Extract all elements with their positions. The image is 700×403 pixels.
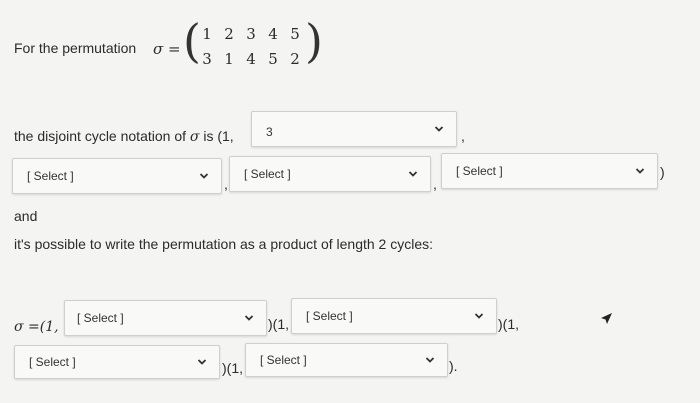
cycle-join-1: )(1, bbox=[268, 316, 289, 332]
product-select-1-value: [ Select ] bbox=[77, 311, 124, 325]
cycle-select-3[interactable]: [ Select ] bbox=[229, 156, 431, 192]
matrix-right-paren: ) bbox=[305, 14, 323, 68]
disjoint-prefix: the disjoint cycle notation of σ is (1, bbox=[14, 128, 234, 145]
cycle-select-2[interactable]: [ Select ] bbox=[12, 158, 222, 194]
chevron-down-icon bbox=[635, 168, 645, 174]
product-select-2[interactable]: [ Select ] bbox=[291, 298, 497, 334]
product-sigma: σ =(1, bbox=[14, 319, 59, 335]
separator-comma-2: , bbox=[224, 176, 228, 192]
disjoint-is: is (1, bbox=[203, 128, 234, 144]
cycle-select-3-value: [ Select ] bbox=[244, 167, 291, 181]
prompt-intro: For the permutation bbox=[14, 40, 137, 56]
and-text: and bbox=[14, 208, 38, 224]
cycle-join-3: )(1, bbox=[222, 360, 243, 376]
cycle-join-2: )(1, bbox=[498, 316, 519, 332]
chevron-down-icon bbox=[244, 315, 254, 321]
matrix-top-row: 1 2 3 4 5 bbox=[196, 25, 306, 43]
product-select-1[interactable]: [ Select ] bbox=[64, 300, 267, 336]
chevron-down-icon bbox=[425, 357, 435, 363]
sigma-equals: σ = bbox=[153, 40, 181, 58]
chevron-down-icon bbox=[408, 171, 418, 177]
matrix-bottom-2: 1 bbox=[224, 50, 234, 68]
product-select-4[interactable]: [ Select ] bbox=[245, 343, 448, 377]
product-select-4-value: [ Select ] bbox=[260, 353, 307, 367]
matrix-top-3: 3 bbox=[246, 25, 256, 43]
product-prefix: σ =(1, bbox=[14, 318, 59, 335]
chevron-down-icon bbox=[199, 173, 209, 179]
product-select-3-value: [ Select ] bbox=[29, 355, 76, 369]
chevron-down-icon bbox=[197, 359, 207, 365]
matrix-top-5: 5 bbox=[290, 25, 300, 43]
cycle-select-1-value: 3 bbox=[266, 125, 273, 139]
product-select-3[interactable]: [ Select ] bbox=[14, 345, 220, 379]
matrix-top-1: 1 bbox=[202, 25, 212, 43]
matrix-bottom-3: 4 bbox=[246, 50, 256, 68]
matrix-bottom-1: 3 bbox=[202, 50, 212, 68]
matrix-top-2: 2 bbox=[224, 25, 234, 43]
product-select-2-value: [ Select ] bbox=[306, 309, 353, 323]
disjoint-sigma: σ bbox=[189, 129, 200, 145]
cycle-select-4-value: [ Select ] bbox=[456, 164, 503, 178]
chevron-down-icon bbox=[474, 313, 484, 319]
matrix-top-4: 4 bbox=[268, 25, 278, 43]
product-text: it's possible to write the permutation a… bbox=[14, 236, 434, 252]
cycle-select-1[interactable]: 3 bbox=[251, 111, 457, 147]
close-paren: ) bbox=[660, 164, 665, 180]
matrix-bottom-5: 2 bbox=[290, 50, 300, 68]
end-punctuation: ). bbox=[449, 358, 458, 374]
cycle-select-4[interactable]: [ Select ] bbox=[441, 153, 658, 189]
matrix-bottom-row: 3 1 4 5 2 bbox=[196, 50, 306, 68]
matrix-bottom-4: 5 bbox=[268, 50, 278, 68]
chevron-down-icon bbox=[434, 126, 444, 132]
separator-comma-3: , bbox=[433, 176, 437, 192]
separator-comma-1: , bbox=[461, 128, 465, 144]
cursor-arrow-icon bbox=[601, 313, 612, 324]
disjoint-prefix-text: the disjoint cycle notation of bbox=[14, 128, 186, 144]
cycle-select-2-value: [ Select ] bbox=[27, 169, 74, 183]
